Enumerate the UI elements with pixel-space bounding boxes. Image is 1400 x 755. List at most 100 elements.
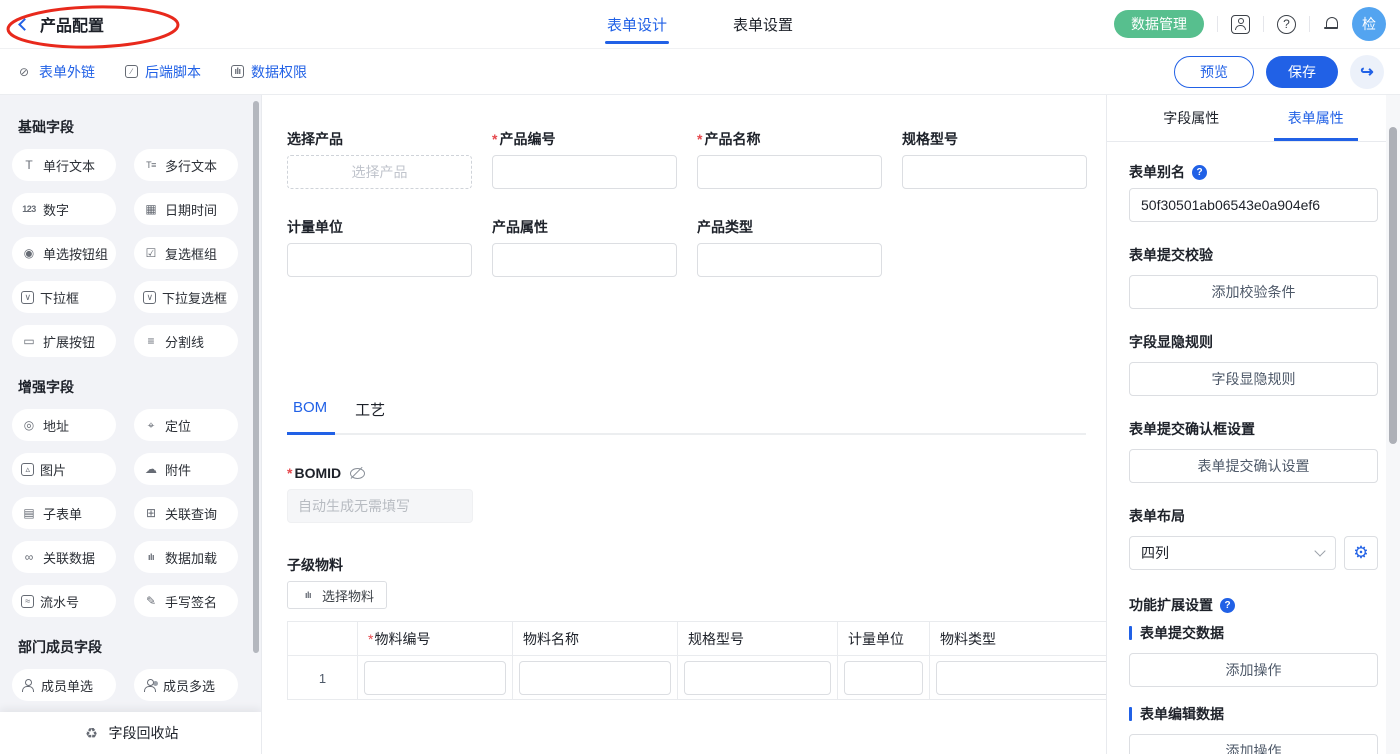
field-type-item[interactable]: ✎手写签名 <box>134 585 238 617</box>
datetime-icon: ▦ <box>143 202 159 216</box>
toolbar-link[interactable]: ∕后端脚本 <box>125 62 201 82</box>
help-icon[interactable]: ? <box>1277 15 1296 34</box>
radio-group-icon: ◉ <box>21 246 37 260</box>
toolbar-link[interactable]: ⊘表单外链 <box>16 62 95 82</box>
field-type-item[interactable]: ▵图片 <box>12 453 116 485</box>
share-button[interactable]: ↪ <box>1350 55 1384 89</box>
submit-confirm-label: 表单提交确认框设置 <box>1129 421 1378 437</box>
contact-book-icon[interactable] <box>1231 15 1250 34</box>
field-type-item[interactable]: ◎地址 <box>12 409 116 441</box>
materials-header-cell: 物料类型 <box>930 622 1107 656</box>
field-type-item[interactable]: ≈流水号 <box>12 585 116 617</box>
submit-confirm-group: 表单提交确认框设置 表单提交确认设置 <box>1129 421 1378 483</box>
page-scrollbar-thumb[interactable] <box>1389 127 1397 444</box>
bomid-field: * BOMID <box>287 465 473 523</box>
materials-cell-input[interactable] <box>684 661 831 695</box>
attachment-icon: ☁ <box>143 462 159 476</box>
bomid-input[interactable] <box>287 489 473 523</box>
field-type-item[interactable]: 成员单选 <box>12 669 116 701</box>
submit-confirm-button[interactable]: 表单提交确认设置 <box>1129 449 1378 483</box>
preview-button[interactable]: 预览 <box>1174 56 1254 88</box>
field-type-item[interactable]: ▦日期时间 <box>134 193 238 225</box>
canvas-field-label: 规格型号 <box>902 131 1087 147</box>
canvas-field-input[interactable] <box>492 155 677 189</box>
save-button[interactable]: 保存 <box>1266 56 1338 88</box>
canvas-field-input[interactable] <box>902 155 1087 189</box>
back-button[interactable]: 产品配置 <box>20 12 104 36</box>
field-type-item[interactable]: ≡分割线 <box>134 325 238 357</box>
chart-icon: ılı <box>300 588 316 602</box>
field-type-item[interactable]: T单行文本 <box>12 149 116 181</box>
canvas-field-label: 产品类型 <box>697 219 882 235</box>
extension-help-icon[interactable]: ? <box>1220 598 1235 613</box>
materials-cell-input[interactable] <box>844 661 923 695</box>
field-type-item[interactable]: ∨下拉复选框 <box>134 281 238 313</box>
field-type-item[interactable]: ☁附件 <box>134 453 238 485</box>
submit-data-add-button[interactable]: 添加操作 <box>1129 653 1378 687</box>
add-validation-button[interactable]: 添加校验条件 <box>1129 275 1378 309</box>
tab-form-properties[interactable]: 表单属性 <box>1288 95 1344 141</box>
sidebar-section-grid: ◎地址 ⌖定位 ▵图片 ☁附件 ▤子表单 ⊞关联查询 ∞关联数据 ılı数据加载 ≈流水号 ✎手写… <box>12 409 247 617</box>
signature-icon: ✎ <box>143 594 159 608</box>
notification-bell-icon[interactable] <box>1323 16 1339 32</box>
canvas-field-input[interactable] <box>287 243 472 277</box>
canvas-field-label: *产品名称 <box>697 131 882 147</box>
location-icon: ⌖ <box>143 418 159 432</box>
field-type-label: 成员多选 <box>163 676 215 695</box>
image-icon: ▵ <box>21 463 34 476</box>
field-type-item[interactable]: ▭扩展按钮 <box>12 325 116 357</box>
form-alias-help-icon[interactable]: ? <box>1192 165 1207 180</box>
select-icon: ∨ <box>21 291 34 304</box>
field-type-item[interactable]: ◉ 单选按钮组 <box>12 237 116 269</box>
field-visibility-button[interactable]: 字段显隐规则 <box>1129 362 1378 396</box>
field-type-item[interactable]: ☑复选框组 <box>134 237 238 269</box>
form-alias-input[interactable] <box>1129 188 1378 222</box>
layout-gear-button[interactable]: ⚙ <box>1344 536 1378 570</box>
field-type-item[interactable]: ılı数据加载 <box>134 541 238 573</box>
field-type-item[interactable]: T≡多行文本 <box>134 149 238 181</box>
accent-bar <box>1129 707 1132 721</box>
required-asterisk: * <box>287 465 292 481</box>
field-type-item[interactable]: ⊞关联查询 <box>134 497 238 529</box>
materials-cell-input[interactable] <box>364 661 506 695</box>
toolbar-link[interactable]: ılı数据权限 <box>231 62 307 82</box>
canvas-field-input[interactable] <box>697 155 882 189</box>
field-type-item[interactable]: ∞关联数据 <box>12 541 116 573</box>
materials-header-row: *物料编号物料名称规格型号计量单位物料类型 <box>288 622 1107 656</box>
materials-cell-input[interactable] <box>936 661 1106 695</box>
select-material-button[interactable]: ılı 选择物料 <box>287 581 387 609</box>
avatar[interactable]: 检 <box>1352 7 1386 41</box>
data-manage-button[interactable]: 数据管理 <box>1114 10 1204 38</box>
field-type-label: 单选按钮组 <box>43 244 108 263</box>
canvas-field-input[interactable] <box>697 243 882 277</box>
canvas-field-input[interactable] <box>492 243 677 277</box>
submit-validation-label: 表单提交校验 <box>1129 247 1378 263</box>
canvas-field: 产品属性 <box>492 219 677 277</box>
tab-bom[interactable]: BOM <box>293 399 327 433</box>
materials-row: 1 <box>288 656 1107 700</box>
field-type-item[interactable]: ▤子表单 <box>12 497 116 529</box>
form-layout-label: 表单布局 <box>1129 508 1378 524</box>
layout-select[interactable]: 四列 <box>1129 536 1336 570</box>
form-layout-group: 表单布局 四列 ⚙ <box>1129 508 1378 570</box>
serial-number-icon: ≈ <box>21 595 34 608</box>
hidden-field-eye-icon[interactable] <box>349 467 366 479</box>
tab-field-properties[interactable]: 字段属性 <box>1163 95 1219 141</box>
field-type-item[interactable]: ∨ 下拉框 <box>12 281 116 313</box>
extension-settings-label: 功能扩展设置 <box>1129 595 1213 615</box>
field-recycle-bin-button[interactable]: ♻ 字段回收站 <box>0 712 261 754</box>
field-type-item[interactable]: ⌖定位 <box>134 409 238 441</box>
tab-form-settings[interactable]: 表单设置 <box>733 0 793 48</box>
layout-select-value: 四列 <box>1141 543 1169 563</box>
field-type-item[interactable]: 123数字 <box>12 193 116 225</box>
product-picker-button[interactable]: 选择产品 <box>287 155 472 189</box>
canvas-field-label: *产品编号 <box>492 131 677 147</box>
materials-cell-input[interactable] <box>519 661 671 695</box>
field-type-item[interactable]: 成员多选 <box>134 669 238 701</box>
edit-data-add-button[interactable]: 添加操作 <box>1129 734 1378 754</box>
tab-process[interactable]: 工艺 <box>355 399 385 433</box>
edit-data-label: 表单编辑数据 <box>1140 704 1224 724</box>
sidebar-scrollbar-thumb[interactable] <box>253 101 259 653</box>
tab-form-design[interactable]: 表单设计 <box>607 0 667 48</box>
field-type-label: 下拉框 <box>40 288 79 307</box>
